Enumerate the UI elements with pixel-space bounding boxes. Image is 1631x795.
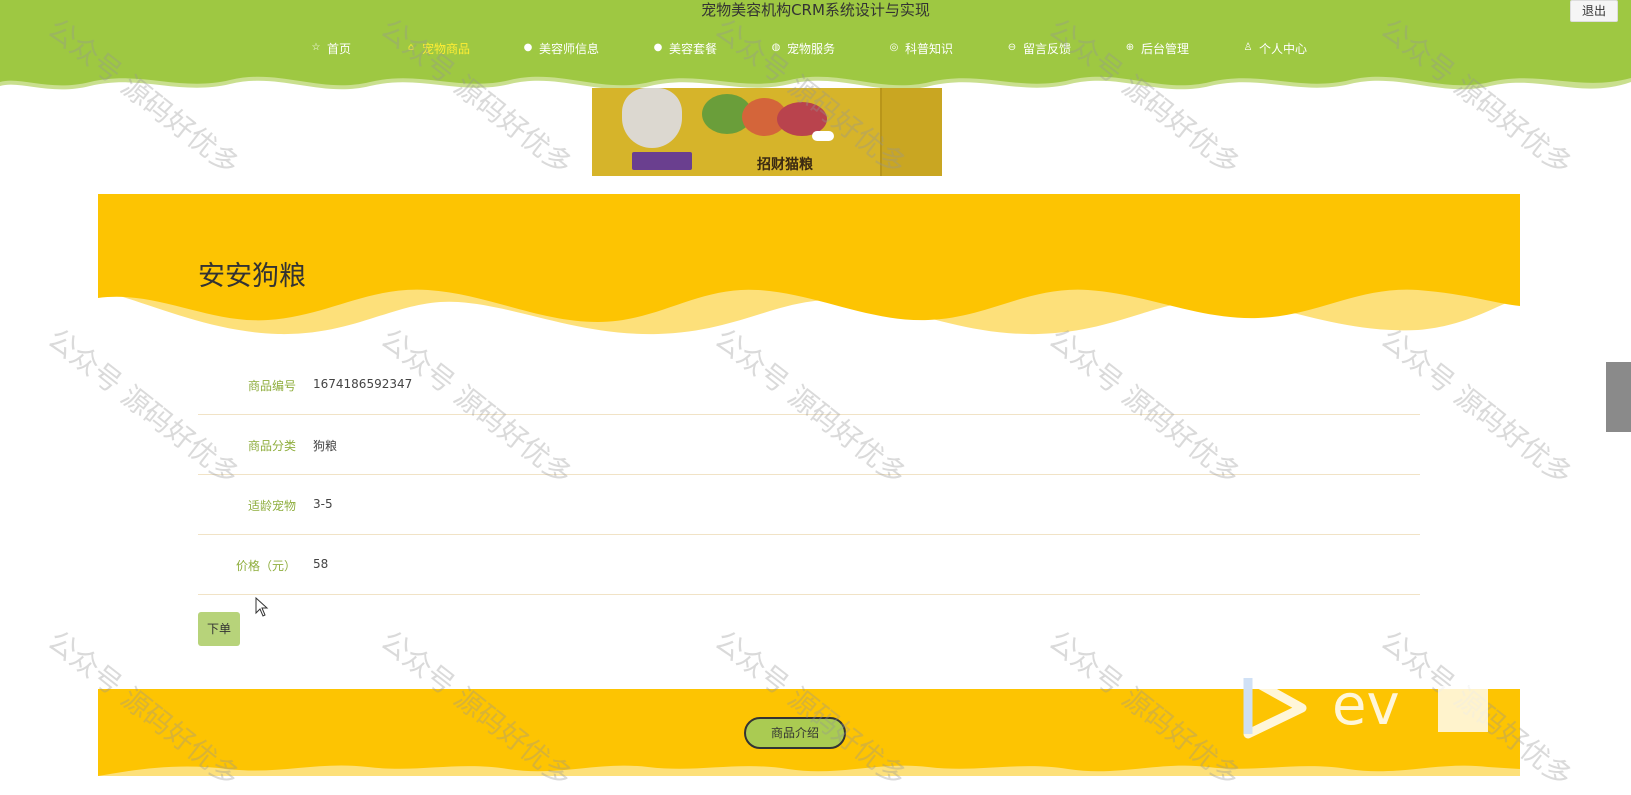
title-wave-background — [98, 194, 1520, 335]
detail-label: 价格（元） — [235, 559, 296, 573]
nav-item-label: 留言反馈 — [1023, 41, 1072, 56]
carousel-indicator[interactable] — [812, 131, 834, 141]
nav-item-label: 个人中心 — [1259, 41, 1308, 56]
nav-item-feedback[interactable]: ⊖ 留言反馈 — [1006, 38, 1071, 58]
cat-image — [622, 88, 682, 148]
nav-item-profile[interactable]: ♙ 个人中心 — [1242, 38, 1308, 58]
header: 宠物美容机构CRM系统设计与实现 退出 ☆ 首页 ⌂ 宠物商品 ● 美容师信息 … — [0, 0, 1631, 96]
detail-value: 58 — [313, 557, 329, 571]
user-icon: ♙ — [1243, 42, 1253, 53]
nav-item-home[interactable]: ☆ 首页 — [310, 38, 352, 58]
shopping-bag-icon: ⌂ — [407, 42, 415, 53]
admin-icon: ⊕ — [1125, 42, 1135, 53]
ev-recorder-logo: ev — [1243, 673, 1488, 739]
info-icon: ● — [523, 42, 533, 53]
nav-item-label: 宠物商品 — [422, 41, 471, 56]
nav-item-pet-products[interactable]: ⌂ 宠物商品 — [405, 38, 470, 58]
intro-button[interactable]: 商品介绍 — [744, 717, 846, 749]
star-icon: ☆ — [311, 42, 321, 53]
order-button[interactable]: 下单 — [198, 612, 240, 646]
nav-item-label: 首页 — [327, 41, 352, 56]
mouse-cursor-icon — [255, 597, 269, 617]
nav-item-groomers[interactable]: ● 美容师信息 — [522, 38, 599, 58]
nav-item-label: 宠物服务 — [787, 41, 836, 56]
nav-item-admin[interactable]: ⊕ 后台管理 — [1124, 38, 1189, 58]
nav-item-services[interactable]: ◍ 宠物服务 — [770, 38, 835, 58]
package-side — [880, 88, 942, 176]
detail-label: 商品分类 — [247, 439, 296, 453]
world-icon: ◎ — [889, 42, 899, 53]
nav-item-knowledge[interactable]: ◎ 科普知识 — [888, 38, 953, 58]
message-icon: ⊖ — [1007, 42, 1017, 53]
product-banner-image: 招财猫粮 — [592, 88, 942, 176]
detail-label: 商品编号 — [247, 379, 296, 393]
nav-item-label: 后台管理 — [1141, 41, 1190, 56]
product-title: 安安狗粮 — [198, 261, 306, 292]
help-icon: ● — [653, 42, 663, 53]
product-title-section: 安安狗粮 — [98, 194, 1520, 344]
package-label: 招财猫粮 — [757, 157, 813, 173]
detail-value: 狗粮 — [313, 439, 338, 453]
logout-button[interactable]: 退出 — [1570, 0, 1618, 22]
detail-row-price: 价格（元） 58 — [198, 535, 1420, 595]
scrollbar-thumb[interactable] — [1606, 362, 1631, 432]
product-details: 商品编号 1674186592347 商品分类 狗粮 适龄宠物 3-5 价格（元… — [198, 355, 1420, 595]
detail-value: 3-5 — [313, 497, 333, 511]
nav-item-packages[interactable]: ● 美容套餐 — [652, 38, 717, 58]
detail-value: 1674186592347 — [313, 377, 413, 391]
svg-text:ev: ev — [1332, 673, 1400, 738]
nav-item-label: 美容师信息 — [539, 41, 600, 56]
nav-item-label: 科普知识 — [905, 41, 954, 56]
package-stripe — [632, 152, 692, 170]
detail-label: 适龄宠物 — [247, 499, 296, 513]
detail-row-category: 商品分类 狗粮 — [198, 415, 1420, 475]
detail-row-product-id: 商品编号 1674186592347 — [198, 355, 1420, 415]
globe-icon: ◍ — [771, 42, 781, 53]
site-title: 宠物美容机构CRM系统设计与实现 — [701, 1, 930, 19]
nav-item-label: 美容套餐 — [669, 41, 718, 56]
detail-row-suitable-pet: 适龄宠物 3-5 — [198, 475, 1420, 535]
